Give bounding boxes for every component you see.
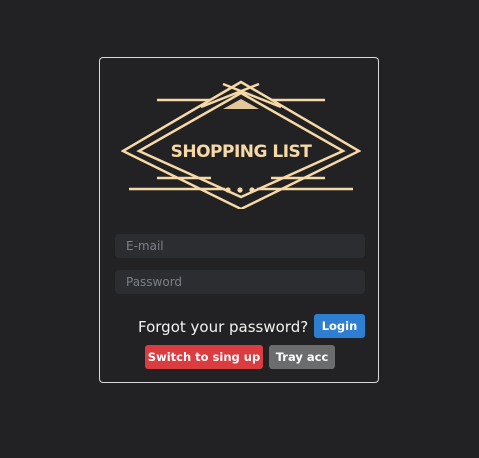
logo-dot-2 bbox=[237, 187, 243, 193]
email-input[interactable] bbox=[115, 234, 365, 258]
logo-dot-3 bbox=[249, 187, 255, 193]
try-account-button[interactable]: Tray acc bbox=[269, 345, 335, 369]
logo-dot-1 bbox=[225, 187, 231, 193]
password-input[interactable] bbox=[115, 270, 365, 294]
logo-text: SHOPPING LIST bbox=[171, 142, 313, 162]
shopping-list-logo: SHOPPING LIST bbox=[121, 80, 361, 209]
login-card: SHOPPING LIST Forgot your password? Logi… bbox=[99, 57, 379, 383]
login-button[interactable]: Login bbox=[314, 314, 365, 338]
switch-to-signup-button[interactable]: Switch to sing up bbox=[145, 345, 263, 369]
forgot-password-text: Forgot your password? bbox=[138, 318, 309, 336]
